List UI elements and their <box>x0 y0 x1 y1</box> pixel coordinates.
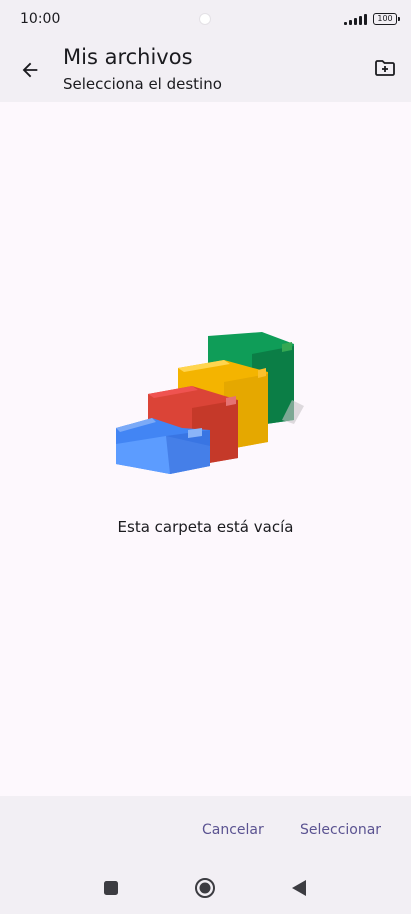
app-bar: Mis archivos Selecciona el destino <box>0 38 411 102</box>
new-folder-icon <box>375 60 395 76</box>
status-icons: 100 <box>344 13 400 25</box>
signal-icon <box>344 13 367 25</box>
nav-back-button[interactable] <box>285 874 313 902</box>
recents-button[interactable] <box>97 874 125 902</box>
battery-icon: 100 <box>373 13 400 25</box>
back-button[interactable] <box>12 52 48 88</box>
empty-folder-illustration <box>116 332 304 474</box>
empty-folder-message: Esta carpeta está vacía <box>117 518 294 536</box>
recents-icon <box>104 881 118 895</box>
battery-level: 100 <box>377 14 393 23</box>
page-title: Mis archivos <box>63 45 193 69</box>
camera-cutout <box>199 13 211 25</box>
cancel-button[interactable]: Cancelar <box>196 818 270 842</box>
home-icon <box>195 878 215 898</box>
system-navigation <box>0 874 411 902</box>
new-folder-button[interactable] <box>369 52 401 84</box>
select-button[interactable]: Seleccionar <box>294 818 387 842</box>
bottom-bar: Cancelar Seleccionar <box>0 796 411 914</box>
status-time: 10:00 <box>20 11 61 27</box>
back-arrow-icon <box>22 62 38 78</box>
home-button[interactable] <box>191 874 219 902</box>
content-area: Esta carpeta está vacía <box>0 102 411 796</box>
title-block: Mis archivos Selecciona el destino <box>63 44 222 94</box>
back-icon <box>292 880 306 896</box>
page-subtitle: Selecciona el destino <box>63 75 222 93</box>
